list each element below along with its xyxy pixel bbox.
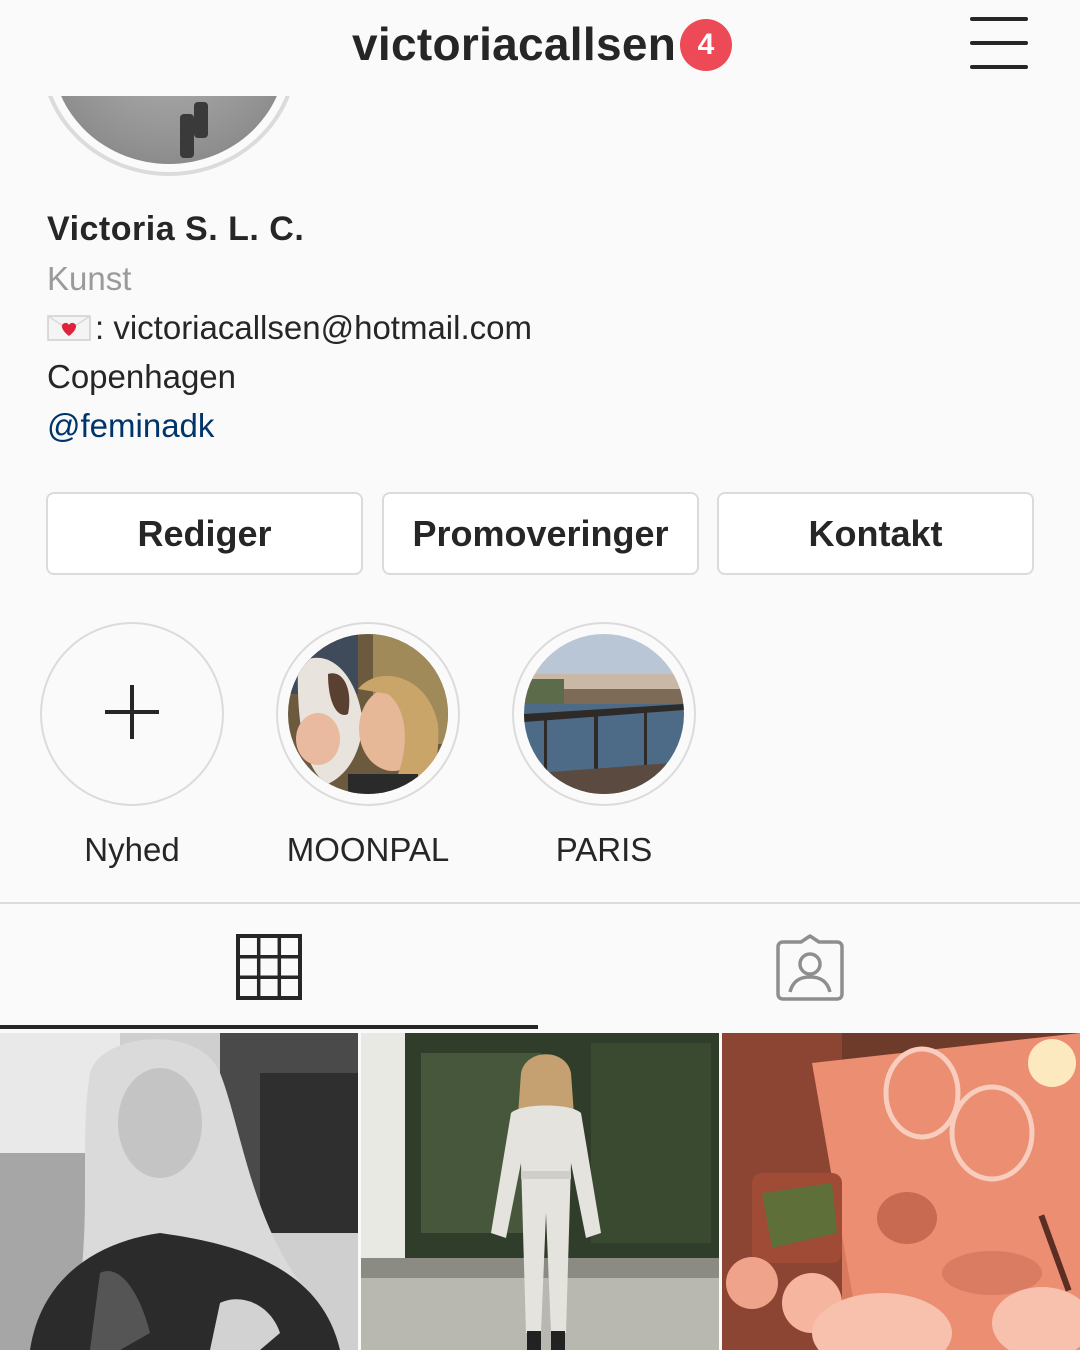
menu-icon-line: [970, 17, 1028, 21]
edit-profile-button[interactable]: Rediger: [46, 492, 363, 575]
display-name: Victoria S. L. C.: [47, 210, 305, 248]
menu-icon-line: [970, 41, 1028, 45]
post-thumbnail-dinner[interactable]: [722, 1033, 1080, 1350]
tab-grid[interactable]: [0, 904, 538, 1028]
menu-icon-line: [970, 65, 1028, 69]
highlight-moonpal[interactable]: MOONPAL: [276, 622, 460, 870]
highlight-label: PARIS: [555, 831, 653, 868]
highlight-moonpal-ring[interactable]: [276, 622, 460, 806]
tagged-person-icon: [776, 934, 844, 1001]
profile-bio: Victoria S. L. C. Kunst : victoriacallse…: [47, 205, 1027, 450]
highlight-paris-photo: [524, 634, 684, 794]
highlight-new[interactable]: Nyhed: [40, 622, 224, 870]
header-username[interactable]: victoriacallsen: [352, 16, 676, 72]
avatar-photo-detail: [194, 102, 208, 138]
promotions-button[interactable]: Promoveringer: [382, 492, 699, 575]
email-line: : victoriacallsen@hotmail.com: [47, 303, 1027, 352]
love-letter-icon: [47, 306, 91, 341]
posts-grid: [0, 1033, 1080, 1350]
highlight-paris-ring[interactable]: [512, 622, 696, 806]
plus-icon: [105, 685, 159, 739]
email-text[interactable]: : victoriacallsen@hotmail.com: [95, 309, 532, 346]
profile-category: Kunst: [47, 260, 132, 297]
tab-tagged[interactable]: [540, 904, 1080, 1028]
menu-button[interactable]: [966, 14, 1032, 72]
notification-badge[interactable]: 4: [680, 19, 732, 71]
highlight-label: MOONPAL: [286, 831, 450, 868]
post-thumbnail-jumpsuit[interactable]: [361, 1033, 719, 1350]
profile-mention-link[interactable]: @feminadk: [47, 401, 1027, 450]
contact-button[interactable]: Kontakt: [717, 492, 1034, 575]
top-bar: victoriacallsen 4: [0, 0, 1080, 96]
highlight-new-ring[interactable]: [40, 622, 224, 806]
post-thumbnail-portrait[interactable]: [0, 1033, 358, 1350]
active-tab-indicator: [0, 1025, 538, 1029]
profile-actions: Rediger Promoveringer Kontakt: [46, 492, 1034, 575]
grid-icon: [236, 934, 302, 1000]
profile-city: Copenhagen: [47, 358, 237, 395]
highlight-label: Nyhed: [84, 831, 180, 868]
highlight-moonpal-photo: [288, 634, 448, 794]
highlight-paris[interactable]: PARIS: [512, 622, 696, 870]
avatar-photo-detail: [180, 114, 194, 158]
